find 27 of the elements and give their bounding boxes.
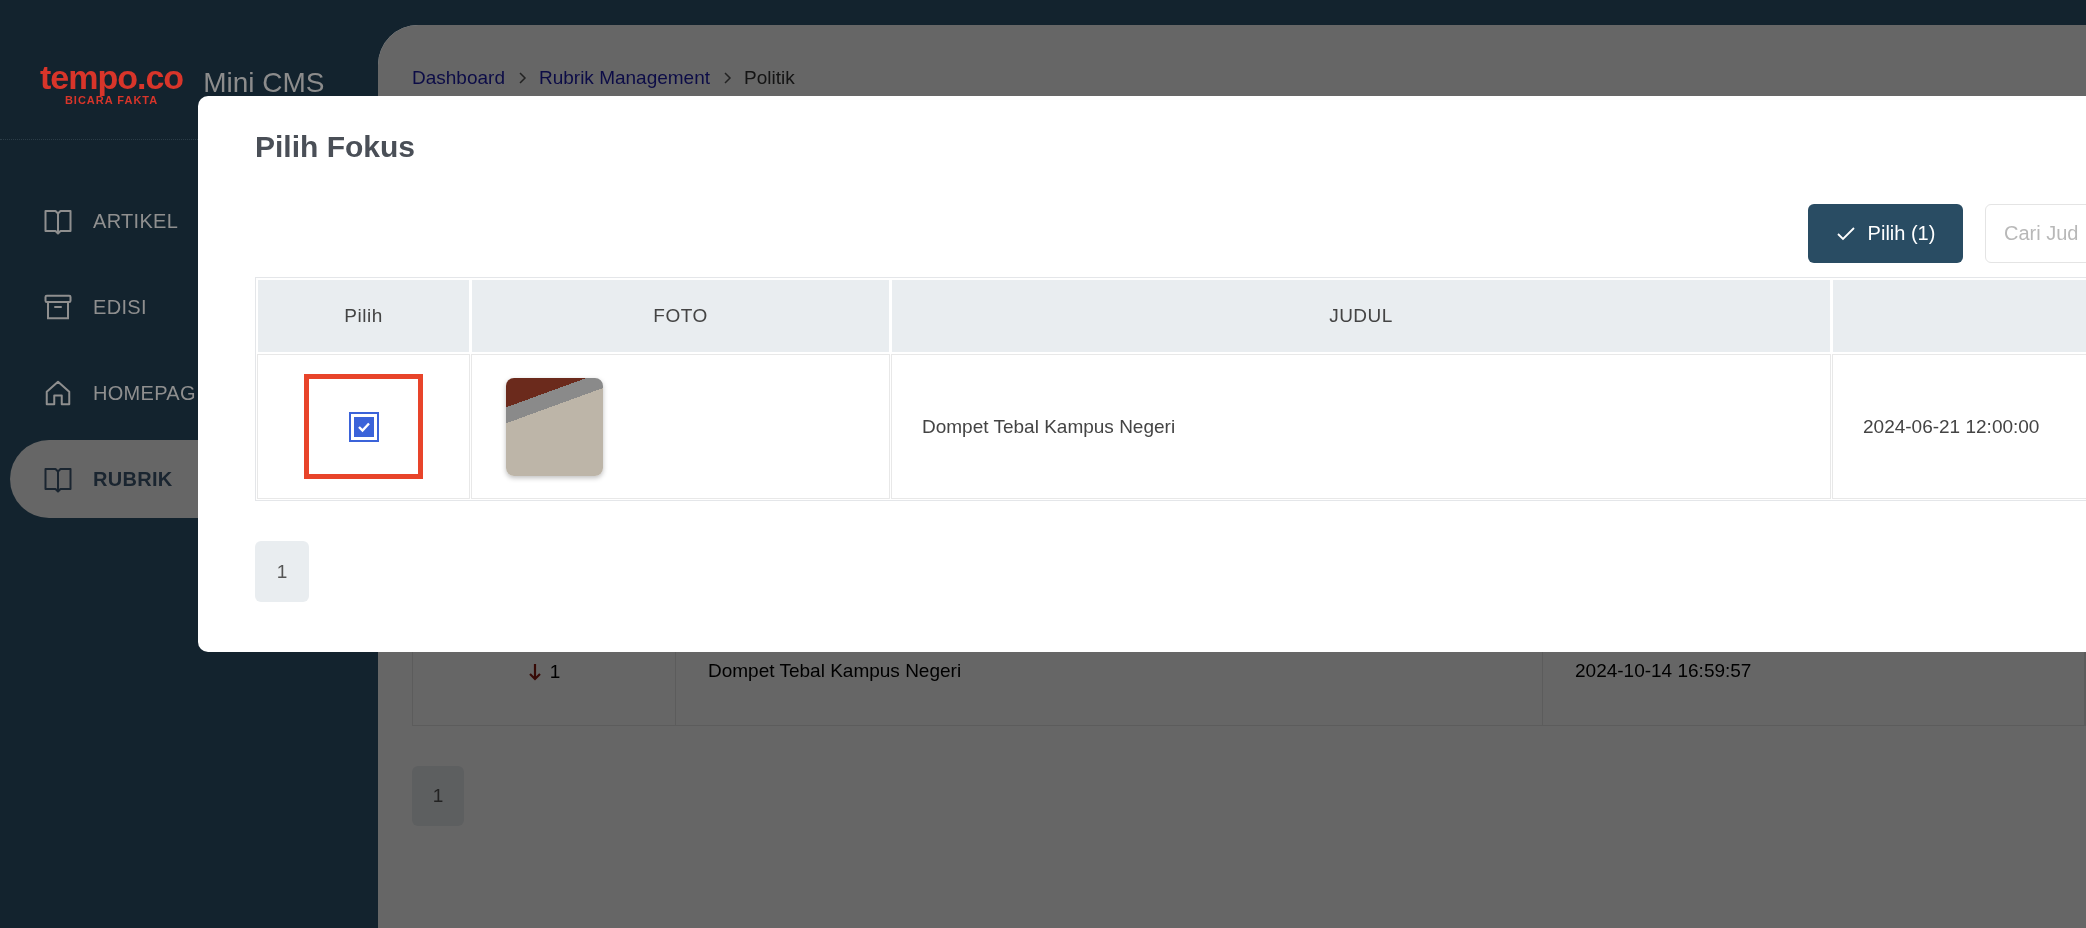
table-header-cell: FOTO (472, 280, 889, 352)
checkbox[interactable] (348, 411, 379, 442)
table-header-cell: JUDUL (892, 280, 1830, 352)
archive-icon (43, 292, 73, 322)
breadcrumb-link[interactable]: Rubrik Management (538, 67, 711, 89)
app-name: Mini CMS (203, 66, 325, 99)
check-icon (1835, 225, 1856, 242)
check-icon (356, 420, 371, 433)
select-button[interactable]: Pilih (1) (1808, 204, 1963, 263)
home-icon (43, 378, 73, 408)
table-cell: 2024-06-21 12:00:00 (1863, 415, 2040, 438)
sidebar-item[interactable]: HOMEPAG (10, 354, 378, 432)
modal-title: Pilih Fokus (255, 130, 417, 164)
table-header-cell: Pilih (258, 280, 469, 352)
table-cell: Dompet Tebal Kampus Negeri (922, 415, 1176, 438)
logo-wordmark: tempo.co (40, 59, 184, 94)
table-cell: Dompet Tebal Kampus Negeri (708, 660, 962, 681)
table-cell: 2024-10-14 16:59:57 (1575, 660, 1752, 681)
chevron-icon (516, 71, 527, 85)
search-field[interactable]: Cari Jud (1985, 204, 2086, 263)
chevron-icon (722, 71, 733, 85)
sidebar-item[interactable]: ARTIKEL (10, 182, 378, 260)
page-button[interactable]: 1 (255, 541, 309, 602)
down-arrow-icon (527, 662, 542, 682)
order-number: 1 (549, 661, 561, 683)
breadcrumb-current: Politik (744, 67, 795, 89)
breadcrumb-link[interactable]: Dashboard (412, 67, 505, 89)
